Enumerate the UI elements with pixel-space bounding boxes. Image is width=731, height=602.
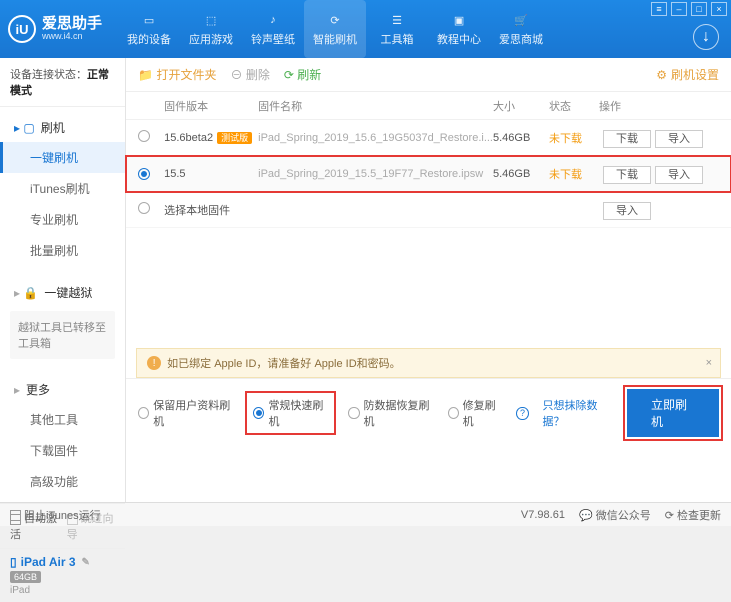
- appleid-warning: ! 如已绑定 Apple ID，请准备好 Apple ID和密码。 ×: [136, 348, 721, 378]
- jailbreak-note: 越狱工具已转移至工具箱: [10, 311, 115, 359]
- square-icon: ▸ ▢: [14, 121, 35, 135]
- folder-icon: 📁: [138, 68, 153, 82]
- win-menu[interactable]: ≡: [651, 2, 667, 16]
- opt-antirecovery[interactable]: 防数据恢复刷机: [348, 397, 433, 429]
- local-firmware-row[interactable]: 选择本地固件 导入: [126, 192, 731, 228]
- nav-apps[interactable]: ⬚应用游戏: [180, 0, 242, 58]
- fw-size: 5.46GB: [493, 168, 549, 180]
- titlebar: iU 爱思助手 www.i4.cn ▭我的设备 ⬚应用游戏 ♪铃声壁纸 ⟳智能刷…: [0, 0, 731, 58]
- logo-icon: iU: [8, 15, 36, 43]
- window-controls: ≡ – □ ×: [651, 2, 727, 16]
- device-type: iPad: [10, 585, 115, 596]
- sidebar-item-itunes[interactable]: iTunes刷机: [0, 173, 125, 204]
- check-update-link[interactable]: ⟳ 检查更新: [665, 507, 721, 523]
- main-nav: ▭我的设备 ⬚应用游戏 ♪铃声壁纸 ⟳智能刷机 ☰工具箱 ▣教程中心 🛒爱思商城: [118, 0, 552, 58]
- sidebar-item-advanced[interactable]: 高级功能: [0, 466, 125, 497]
- fw-status: 未下载: [549, 166, 599, 182]
- music-icon: ♪: [264, 11, 282, 29]
- firmware-row[interactable]: 15.5 iPad_Spring_2019_15.5_19F77_Restore…: [126, 156, 731, 192]
- apps-icon: ⬚: [202, 11, 220, 29]
- download-icon: ↓: [702, 28, 710, 46]
- content-toolbar: 📁 打开文件夹 ⊖ 删除 ⟳ 刷新 ⚙刷机设置: [126, 58, 731, 92]
- chevron-icon: ▸: [14, 383, 20, 397]
- sidebar-head-more[interactable]: ▸更多: [0, 375, 125, 404]
- delete-icon: ⊖: [230, 68, 242, 82]
- delete-button[interactable]: ⊖ 删除: [230, 66, 269, 83]
- sidebar-head-jailbreak[interactable]: ▸ 🔒一键越狱: [0, 278, 125, 307]
- update-icon: ⟳: [665, 510, 674, 522]
- row-radio[interactable]: [138, 202, 150, 214]
- open-folder-button[interactable]: 📁 打开文件夹: [138, 66, 216, 83]
- version-label: V7.98.61: [521, 509, 565, 521]
- flash-settings-button[interactable]: ⚙刷机设置: [656, 66, 719, 83]
- download-button[interactable]: 下载: [603, 166, 651, 184]
- sidebar-item-batch[interactable]: 批量刷机: [0, 235, 125, 266]
- download-button[interactable]: 下载: [603, 130, 651, 148]
- help-icon[interactable]: ?: [516, 407, 528, 420]
- close-icon[interactable]: ×: [706, 357, 712, 369]
- lock-icon: ▸ 🔒: [14, 286, 38, 300]
- device-info[interactable]: ▯iPad Air 3✎ 64GB iPad: [0, 548, 125, 602]
- import-button[interactable]: 导入: [655, 166, 703, 184]
- connection-status: 设备连接状态：正常模式: [0, 58, 125, 107]
- th-ops: 操作: [599, 98, 719, 114]
- opt-repair[interactable]: 修复刷机: [448, 397, 503, 429]
- gear-icon: ⚙: [656, 68, 667, 82]
- content: 📁 打开文件夹 ⊖ 删除 ⟳ 刷新 ⚙刷机设置 固件版本 固件名称 大小 状态 …: [126, 58, 731, 502]
- firmware-row[interactable]: 15.6beta2测试版 iPad_Spring_2019_15.6_19G50…: [126, 120, 731, 156]
- table-header: 固件版本 固件名称 大小 状态 操作: [126, 92, 731, 120]
- th-version: 固件版本: [164, 98, 258, 114]
- th-status: 状态: [549, 98, 599, 114]
- nav-store[interactable]: 🛒爱思商城: [490, 0, 552, 58]
- book-icon: ▣: [450, 11, 468, 29]
- wechat-link[interactable]: 💬 微信公众号: [579, 507, 651, 523]
- nav-device[interactable]: ▭我的设备: [118, 0, 180, 58]
- th-name: 固件名称: [258, 98, 493, 114]
- opt-keepdata[interactable]: 保留用户资料刷机: [138, 397, 233, 429]
- row-radio[interactable]: [138, 130, 150, 142]
- beta-badge: 测试版: [217, 132, 252, 144]
- download-manager-button[interactable]: ↓: [693, 24, 719, 50]
- flash-icon: ⟳: [326, 11, 344, 29]
- sidebar: 设备连接状态：正常模式 ▸ ▢刷机 一键刷机 iTunes刷机 专业刷机 批量刷…: [0, 58, 126, 502]
- row-radio[interactable]: [138, 168, 150, 180]
- block-itunes-checkbox[interactable]: 阻止iTunes运行: [10, 507, 101, 523]
- fw-name: iPad_Spring_2019_15.5_19F77_Restore.ipsw: [258, 168, 493, 180]
- storage-badge: 64GB: [10, 571, 41, 583]
- win-min[interactable]: –: [671, 2, 687, 16]
- flash-mode-options: 保留用户资料刷机 常规快速刷机 防数据恢复刷机 修复刷机 ? 只想抹除数据？ 立…: [126, 378, 731, 447]
- nav-tutorial[interactable]: ▣教程中心: [428, 0, 490, 58]
- start-flash-button[interactable]: 立即刷机: [627, 389, 719, 437]
- sidebar-item-other[interactable]: 其他工具: [0, 404, 125, 435]
- warning-icon: !: [147, 356, 161, 370]
- wechat-icon: 💬: [579, 510, 593, 522]
- sidebar-item-pro[interactable]: 专业刷机: [0, 204, 125, 235]
- nav-tools[interactable]: ☰工具箱: [366, 0, 428, 58]
- toolbox-icon: ☰: [388, 11, 406, 29]
- erase-only-link[interactable]: 只想抹除数据？: [543, 397, 613, 429]
- refresh-icon: ⟳: [284, 68, 294, 82]
- nav-flash[interactable]: ⟳智能刷机: [304, 0, 366, 58]
- sidebar-item-oneclick[interactable]: 一键刷机: [0, 142, 125, 173]
- tablet-icon: ▯: [10, 555, 17, 569]
- phone-icon: ▭: [140, 11, 158, 29]
- win-close[interactable]: ×: [711, 2, 727, 16]
- app-logo: iU 爱思助手 www.i4.cn: [8, 15, 102, 43]
- import-button[interactable]: 导入: [655, 130, 703, 148]
- cart-icon: 🛒: [512, 11, 530, 29]
- app-name: 爱思助手: [42, 16, 102, 33]
- refresh-button[interactable]: ⟳ 刷新: [284, 66, 321, 83]
- win-max[interactable]: □: [691, 2, 707, 16]
- th-size: 大小: [493, 98, 549, 114]
- fw-size: 5.46GB: [493, 132, 549, 144]
- nav-ringtone[interactable]: ♪铃声壁纸: [242, 0, 304, 58]
- sidebar-head-flash[interactable]: ▸ ▢刷机: [0, 113, 125, 142]
- sidebar-item-dlfw[interactable]: 下载固件: [0, 435, 125, 466]
- opt-normal[interactable]: 常规快速刷机: [247, 393, 334, 433]
- import-button[interactable]: 导入: [603, 202, 651, 220]
- app-url: www.i4.cn: [42, 32, 102, 42]
- fw-name: iPad_Spring_2019_15.6_19G5037d_Restore.i…: [258, 132, 493, 144]
- fw-status: 未下载: [549, 130, 599, 146]
- edit-icon[interactable]: ✎: [82, 557, 90, 568]
